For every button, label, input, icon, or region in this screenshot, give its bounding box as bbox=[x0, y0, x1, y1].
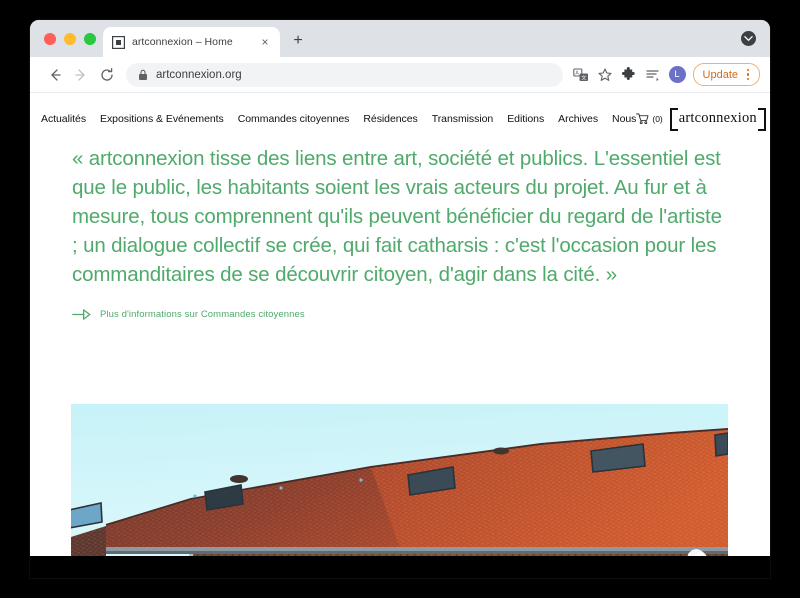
reload-button[interactable] bbox=[94, 62, 120, 88]
url-text: artconnexion.org bbox=[156, 68, 242, 81]
site-navigation: Actualités Expositions & Evénements Comm… bbox=[30, 93, 770, 131]
profile-avatar[interactable]: L bbox=[668, 66, 686, 83]
close-window-button[interactable] bbox=[44, 33, 56, 45]
site-logo[interactable]: artconnexion bbox=[669, 108, 766, 131]
cart-button[interactable]: (0) bbox=[636, 113, 663, 125]
page-bottom-black-bar bbox=[30, 556, 770, 578]
screenshot-root: artconnexion – Home × + artconnexion.org… bbox=[0, 0, 800, 598]
nav-item-editions[interactable]: Editions bbox=[507, 113, 544, 125]
new-tab-button[interactable]: + bbox=[288, 31, 308, 51]
forward-button[interactable] bbox=[68, 62, 94, 88]
minimize-window-button[interactable] bbox=[64, 33, 76, 45]
hero-image[interactable] bbox=[71, 404, 728, 578]
web-page-content: Actualités Expositions & Evénements Comm… bbox=[30, 93, 770, 578]
more-info-label: Plus d'informations sur Commandes citoye… bbox=[100, 308, 305, 320]
cart-icon bbox=[636, 113, 649, 125]
close-tab-icon[interactable]: × bbox=[258, 35, 272, 49]
nav-item-residences[interactable]: Résidences bbox=[363, 113, 417, 125]
translate-icon[interactable]: A 文 bbox=[569, 63, 593, 87]
cart-count: (0) bbox=[652, 113, 663, 124]
site-nav-right: (0) artconnexion fr en bbox=[636, 108, 770, 131]
site-logo-text: artconnexion bbox=[678, 110, 757, 126]
address-bar[interactable]: artconnexion.org bbox=[126, 62, 563, 87]
back-button[interactable] bbox=[42, 62, 68, 88]
browser-window: artconnexion – Home × + artconnexion.org… bbox=[30, 20, 770, 578]
svg-text:文: 文 bbox=[581, 74, 586, 81]
update-button[interactable]: Update bbox=[692, 63, 760, 86]
tab-title: artconnexion – Home bbox=[132, 36, 233, 48]
nav-item-actualites[interactable]: Actualités bbox=[41, 113, 86, 125]
hero-image-graphic bbox=[71, 404, 728, 578]
nav-item-transmission[interactable]: Transmission bbox=[432, 113, 494, 125]
hero-quote-text: « artconnexion tisse des liens entre art… bbox=[72, 147, 722, 287]
update-label: Update bbox=[702, 68, 738, 81]
nav-item-archives[interactable]: Archives bbox=[558, 113, 598, 125]
hero-quote-block: « artconnexion tisse des liens entre art… bbox=[30, 131, 770, 320]
window-traffic-lights bbox=[44, 33, 96, 45]
maximize-window-button[interactable] bbox=[84, 33, 96, 45]
kebab-menu-icon[interactable] bbox=[740, 67, 756, 83]
extensions-puzzle-icon[interactable] bbox=[617, 63, 641, 87]
nav-item-commandes-citoyennes[interactable]: Commandes citoyennes bbox=[238, 113, 350, 125]
nav-item-nous[interactable]: Nous bbox=[612, 113, 636, 125]
browser-tab[interactable]: artconnexion – Home × bbox=[103, 27, 280, 57]
browser-toolbar: artconnexion.org A 文 L Update bbox=[30, 57, 770, 93]
reading-list-icon[interactable] bbox=[641, 63, 665, 87]
tab-search-icon[interactable] bbox=[741, 31, 756, 46]
arrow-right-icon bbox=[72, 308, 91, 320]
favicon-icon bbox=[111, 35, 125, 49]
bookmark-star-icon[interactable] bbox=[593, 63, 617, 87]
lock-icon bbox=[138, 69, 148, 81]
site-nav-links: Actualités Expositions & Evénements Comm… bbox=[41, 113, 636, 125]
nav-item-expositions-evenements[interactable]: Expositions & Evénements bbox=[100, 113, 224, 125]
more-info-link[interactable]: Plus d'informations sur Commandes citoye… bbox=[72, 309, 730, 320]
browser-tab-strip: artconnexion – Home × + bbox=[30, 20, 770, 57]
